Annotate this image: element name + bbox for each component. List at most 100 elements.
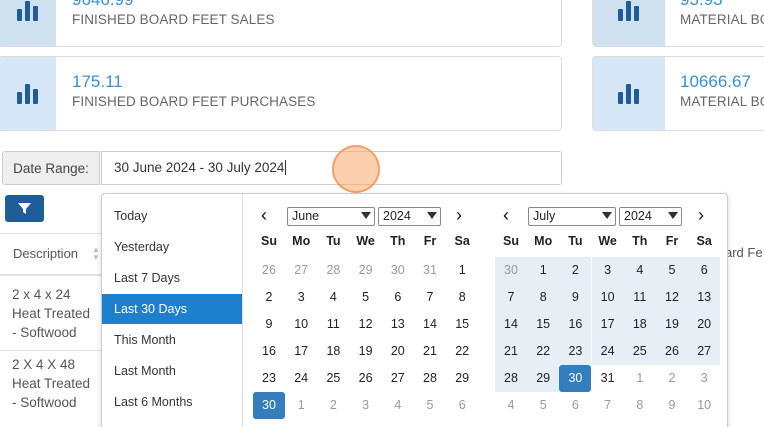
calendar-day[interactable]: 18 <box>317 338 349 365</box>
calendar-day[interactable]: 28 <box>495 365 527 392</box>
calendar-day[interactable]: 7 <box>495 284 527 311</box>
range-item-yesterday[interactable]: Yesterday <box>102 232 242 262</box>
month-select[interactable]: June <box>287 207 375 226</box>
calendar-day[interactable]: 7 <box>414 284 446 311</box>
calendar-day[interactable]: 3 <box>591 257 624 284</box>
range-item-last-30-days[interactable]: Last 30 Days <box>102 294 242 324</box>
calendar-day[interactable]: 3 <box>285 284 317 311</box>
calendar-day[interactable]: 4 <box>623 257 656 284</box>
calendar-day[interactable]: 2 <box>317 392 349 419</box>
calendar-day[interactable]: 2 <box>656 365 688 392</box>
calendar-day[interactable]: 11 <box>317 311 349 338</box>
calendar-day[interactable]: 5 <box>350 284 382 311</box>
chevron-left-icon[interactable]: ‹ <box>261 206 267 224</box>
calendar-day[interactable]: 22 <box>446 338 478 365</box>
year-select[interactable]: 2024 <box>619 207 682 226</box>
calendar-day[interactable]: 12 <box>350 311 382 338</box>
calendar-day[interactable]: 25 <box>317 365 349 392</box>
calendar-day[interactable]: 29 <box>350 257 382 284</box>
calendar-day[interactable]: 24 <box>591 338 624 365</box>
range-item-last-6-months[interactable]: Last 6 Months <box>102 387 242 417</box>
calendar-day[interactable]: 1 <box>285 392 317 419</box>
calendar-day[interactable]: 10 <box>591 284 624 311</box>
calendar-day[interactable]: 31 <box>592 365 624 392</box>
range-item-last-7-days[interactable]: Last 7 Days <box>102 263 242 293</box>
calendar-day[interactable]: 16 <box>559 311 592 338</box>
calendar-day[interactable]: 24 <box>285 365 317 392</box>
calendar-day[interactable]: 21 <box>495 338 527 365</box>
calendar-day[interactable]: 12 <box>656 284 688 311</box>
calendar-day[interactable]: 20 <box>688 311 721 338</box>
calendar-day[interactable]: 16 <box>253 338 285 365</box>
calendar-day[interactable]: 4 <box>495 392 527 419</box>
year-select[interactable]: 2024 <box>378 207 441 226</box>
calendar-day[interactable]: 3 <box>688 365 720 392</box>
calendar-day[interactable]: 5 <box>414 392 446 419</box>
calendar-day[interactable]: 13 <box>382 311 414 338</box>
calendar-day[interactable]: 21 <box>414 338 446 365</box>
calendar-day[interactable]: 6 <box>559 392 591 419</box>
calendar-day[interactable]: 14 <box>495 311 527 338</box>
calendar-day[interactable]: 15 <box>527 311 560 338</box>
calendar-day[interactable]: 30 <box>495 257 527 284</box>
calendar-day[interactable]: 28 <box>317 257 349 284</box>
chevron-left-icon[interactable]: ‹ <box>503 206 509 224</box>
calendar-day[interactable]: 10 <box>688 392 720 419</box>
range-item-this-month[interactable]: This Month <box>102 325 242 355</box>
chevron-right-icon[interactable]: › <box>698 206 704 224</box>
calendar-day[interactable]: 26 <box>656 338 688 365</box>
calendar-day[interactable]: 20 <box>382 338 414 365</box>
range-item-today[interactable]: Today <box>102 201 242 231</box>
range-item-last-month[interactable]: Last Month <box>102 356 242 386</box>
calendar-day[interactable]: 27 <box>382 365 414 392</box>
calendar-day[interactable]: 3 <box>350 392 382 419</box>
calendar-day[interactable]: 27 <box>688 338 721 365</box>
month-select[interactable]: July <box>528 207 616 226</box>
calendar-day[interactable]: 23 <box>559 338 592 365</box>
calendar-day[interactable]: 1 <box>527 257 560 284</box>
calendar-day[interactable]: 25 <box>623 338 656 365</box>
calendar-day[interactable]: 2 <box>253 284 285 311</box>
calendar-day[interactable]: 2 <box>559 257 592 284</box>
filter-button[interactable] <box>5 195 44 222</box>
calendar-day[interactable]: 7 <box>592 392 624 419</box>
calendar-day[interactable]: 6 <box>446 392 478 419</box>
calendar-day[interactable]: 30 <box>253 392 285 419</box>
calendar-day[interactable]: 5 <box>527 392 559 419</box>
calendar-day[interactable]: 29 <box>446 365 478 392</box>
table-row[interactable]: 2 X 4 X 48 Heat Treated - Softwood <box>0 355 101 427</box>
calendar-day[interactable]: 9 <box>559 284 592 311</box>
calendar-day[interactable]: 11 <box>623 284 656 311</box>
calendar-day[interactable]: 17 <box>591 311 624 338</box>
calendar-day[interactable]: 30 <box>382 257 414 284</box>
calendar-day[interactable]: 10 <box>285 311 317 338</box>
calendar-day[interactable]: 8 <box>446 284 478 311</box>
calendar-day[interactable]: 4 <box>382 392 414 419</box>
calendar-day[interactable]: 23 <box>253 365 285 392</box>
calendar-day[interactable]: 15 <box>446 311 478 338</box>
calendar-day[interactable]: 18 <box>623 311 656 338</box>
column-header-description[interactable]: Description ▲ ▼ <box>0 233 101 276</box>
calendar-day[interactable]: 26 <box>253 257 285 284</box>
calendar-day[interactable]: 4 <box>317 284 349 311</box>
calendar-day[interactable]: 8 <box>624 392 656 419</box>
calendar-day[interactable]: 27 <box>285 257 317 284</box>
chevron-right-icon[interactable]: › <box>456 206 462 224</box>
calendar-day[interactable]: 13 <box>688 284 721 311</box>
calendar-day[interactable]: 22 <box>527 338 560 365</box>
calendar-day[interactable]: 29 <box>527 365 560 392</box>
calendar-day[interactable]: 9 <box>253 311 285 338</box>
calendar-day[interactable]: 17 <box>285 338 317 365</box>
calendar-day[interactable]: 31 <box>414 257 446 284</box>
calendar-day[interactable]: 26 <box>350 365 382 392</box>
calendar-day[interactable]: 19 <box>350 338 382 365</box>
calendar-day[interactable]: 6 <box>688 257 721 284</box>
calendar-day[interactable]: 14 <box>414 311 446 338</box>
calendar-day[interactable]: 28 <box>414 365 446 392</box>
calendar-day[interactable]: 1 <box>624 365 656 392</box>
calendar-day[interactable]: 8 <box>527 284 560 311</box>
calendar-day[interactable]: 6 <box>382 284 414 311</box>
calendar-day[interactable]: 9 <box>656 392 688 419</box>
table-row[interactable]: 2 x 4 x 24 Heat Treated - Softwood <box>0 283 101 351</box>
calendar-day[interactable]: 1 <box>446 257 478 284</box>
